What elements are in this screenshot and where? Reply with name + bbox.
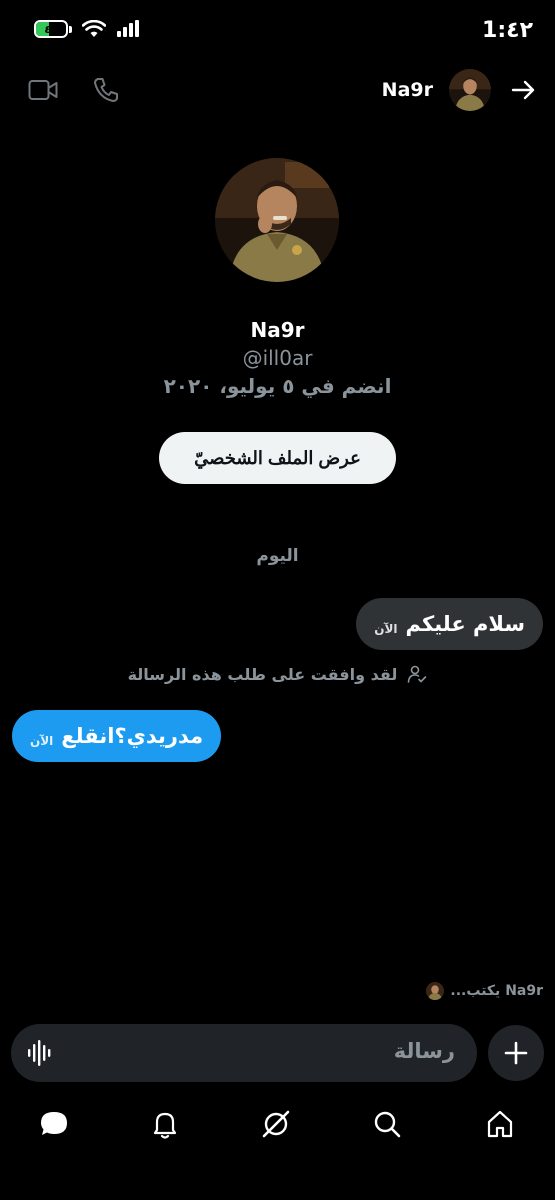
header-avatar[interactable]	[449, 69, 491, 111]
message-timestamp: الآن	[30, 734, 54, 748]
profile-name: Na9r	[250, 318, 305, 342]
message-input[interactable]: رسالة	[394, 1039, 455, 1063]
date-separator: اليوم	[256, 546, 299, 566]
message-text: مدريدي؟انقلع	[61, 724, 204, 748]
typing-text: Na9r يكتب...	[450, 983, 543, 999]
voice-message-icon[interactable]	[27, 1040, 53, 1066]
accepted-request-notice: لقد وافقت على طلب هذه الرسالة	[0, 664, 555, 684]
typing-indicator: Na9r يكتب...	[426, 982, 543, 1000]
battery-icon: ٤٣	[34, 20, 68, 38]
grok-icon[interactable]	[260, 1108, 292, 1140]
notifications-icon[interactable]	[149, 1108, 181, 1140]
typing-avatar	[426, 982, 445, 1000]
search-icon[interactable]	[371, 1108, 403, 1140]
message-composer[interactable]: رسالة	[11, 1024, 477, 1082]
plus-icon	[504, 1041, 528, 1065]
status-indicators: ٤٣	[34, 20, 140, 38]
home-icon[interactable]	[484, 1108, 516, 1140]
video-call-icon[interactable]	[28, 78, 58, 102]
header-contact-name[interactable]: Na9r	[382, 79, 433, 101]
messages-icon[interactable]	[38, 1108, 70, 1140]
message-timestamp: الآن	[374, 622, 398, 636]
phone-call-icon[interactable]	[92, 76, 120, 104]
accepted-notice-text: لقد وافقت على طلب هذه الرسالة	[127, 664, 398, 684]
back-arrow-icon[interactable]	[509, 76, 537, 104]
wifi-icon	[82, 20, 106, 37]
add-attachment-button[interactable]	[488, 1025, 544, 1081]
status-time: 1:٤٢	[482, 18, 533, 43]
user-check-icon	[408, 665, 427, 683]
profile-handle: @ill0ar	[242, 346, 313, 370]
battery-percent: ٤٣	[44, 22, 58, 36]
incoming-message[interactable]: سلام عليكم الآن	[356, 598, 543, 650]
message-text: سلام عليكم	[405, 612, 525, 636]
signal-icon	[117, 20, 139, 37]
outgoing-message[interactable]: مدريدي؟انقلع الآن	[12, 710, 222, 762]
profile-joined-date: انضم في ٥ يوليو، ٢٠٢٠	[163, 374, 392, 398]
view-profile-button[interactable]: عرض الملف الشخصيّ	[159, 432, 396, 484]
profile-avatar[interactable]	[215, 158, 339, 282]
